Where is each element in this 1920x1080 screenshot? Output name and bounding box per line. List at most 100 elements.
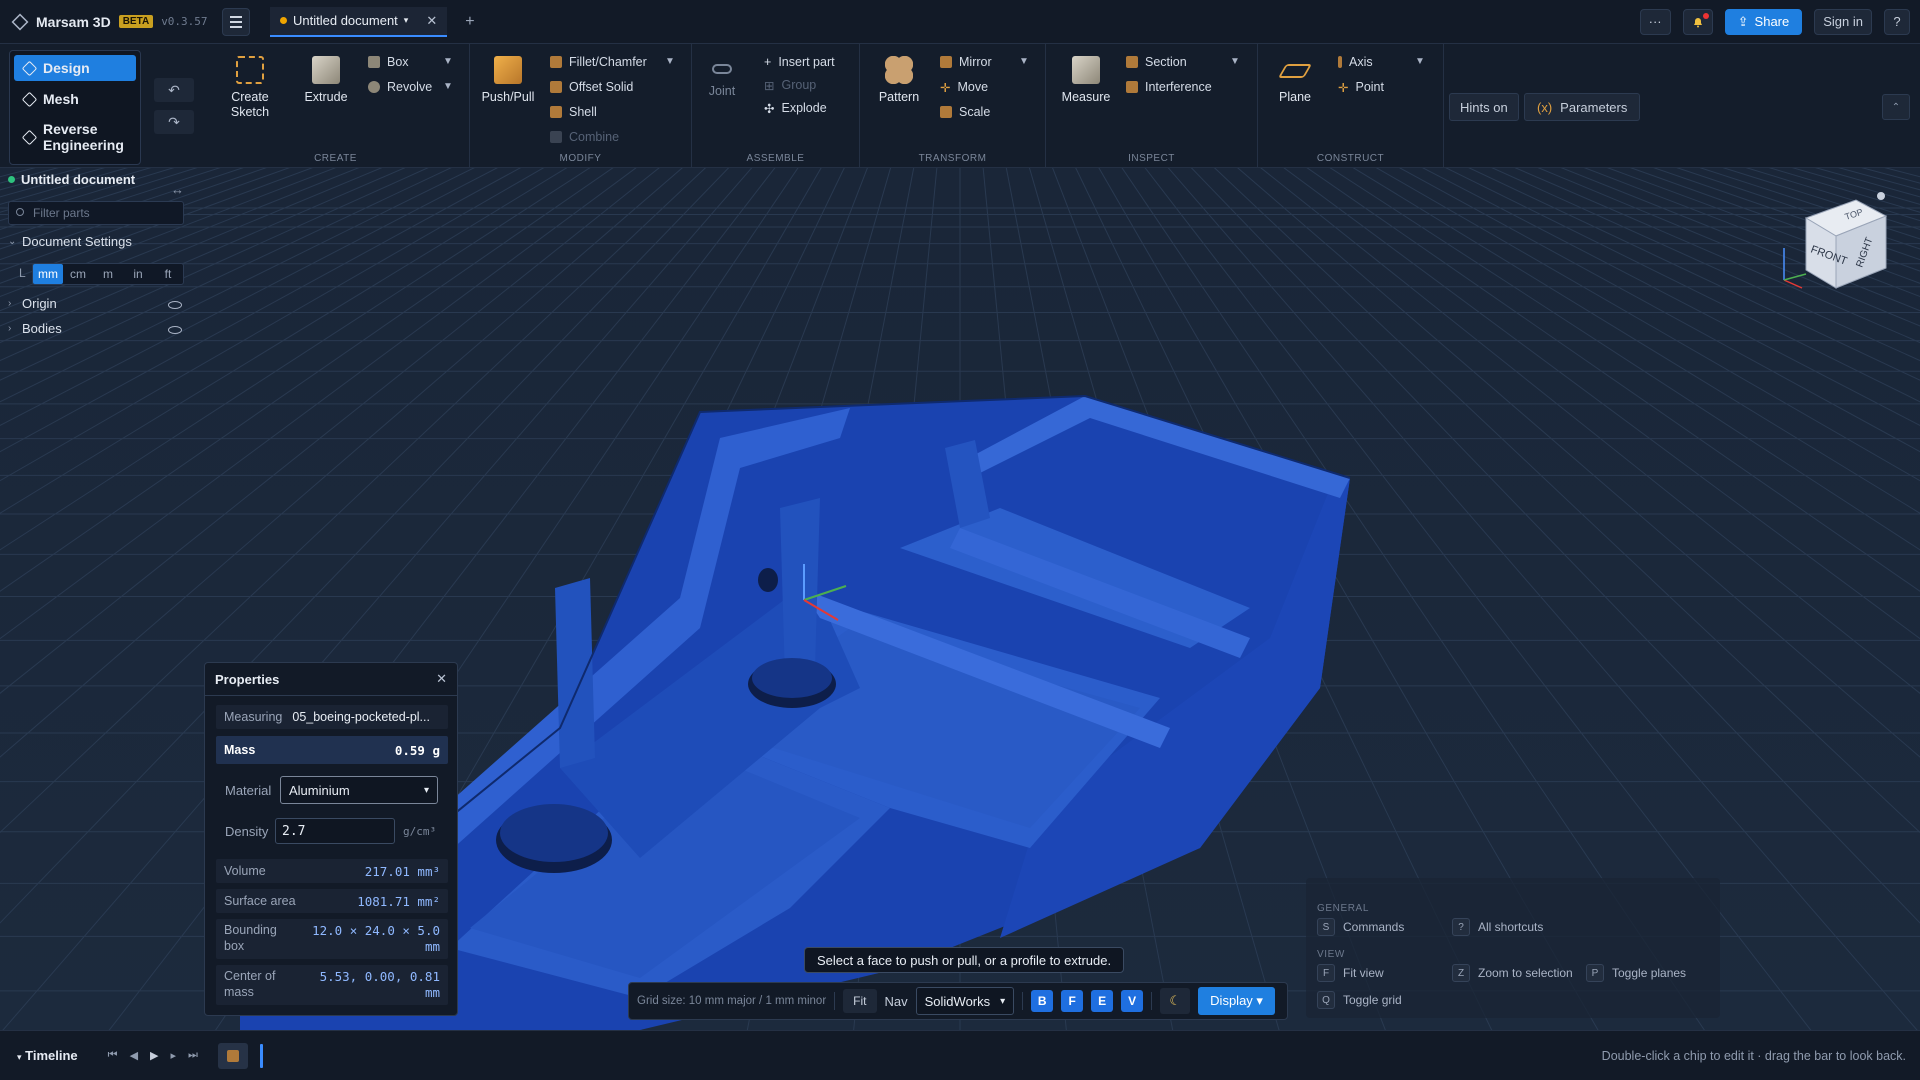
- axis-button[interactable]: Axis: [1338, 52, 1373, 72]
- shortcut-label: Zoom to selection: [1478, 966, 1573, 980]
- tree-item-origin[interactable]: › Origin: [8, 296, 57, 311]
- play-icon[interactable]: ▶: [150, 1049, 158, 1062]
- undo-icon[interactable]: ↶: [154, 78, 194, 102]
- point-button[interactable]: ✛ Point: [1338, 77, 1384, 97]
- parameters-button[interactable]: (x) Parameters: [1524, 93, 1641, 121]
- com-label-line1: Center of: [224, 969, 276, 983]
- axis-dropdown-icon[interactable]: ▼: [1415, 56, 1425, 67]
- step-back-icon[interactable]: ◀: [130, 1049, 138, 1062]
- close-icon[interactable]: ✕: [436, 671, 447, 687]
- dark-mode-moon-icon[interactable]: ☾: [1160, 988, 1191, 1014]
- parameters-label: Parameters: [1560, 99, 1628, 115]
- plane-button[interactable]: Plane: [1265, 56, 1325, 105]
- timeline-feature-chip[interactable]: [217, 1042, 248, 1069]
- skip-to-start-icon[interactable]: ⏮: [108, 1049, 118, 1062]
- redo-icon[interactable]: ↷: [154, 110, 194, 134]
- push-pull-button[interactable]: Push/Pull: [478, 56, 538, 105]
- nav-style-value: SolidWorks: [924, 993, 991, 1009]
- mirror-button[interactable]: Mirror: [940, 52, 992, 72]
- filter-placeholder: Filter parts: [33, 206, 90, 220]
- extrude-button[interactable]: Extrude: [296, 56, 356, 105]
- mirror-dropdown-icon[interactable]: ▼: [1019, 56, 1029, 67]
- mode-mesh[interactable]: Mesh: [14, 86, 136, 112]
- bounding-box-label: Bounding box: [224, 923, 277, 954]
- resize-panel-icon[interactable]: ↔: [171, 182, 184, 197]
- create-sketch-button[interactable]: Create Sketch: [220, 56, 280, 120]
- unit-in[interactable]: in: [123, 264, 153, 284]
- box-dropdown-icon[interactable]: ▼: [443, 56, 453, 67]
- scale-button[interactable]: Scale: [940, 102, 990, 122]
- view-e-button[interactable]: E: [1091, 990, 1114, 1012]
- chevron-down-icon[interactable]: ▾: [404, 15, 409, 26]
- revolve-dropdown-icon[interactable]: ▼: [443, 81, 453, 92]
- more-button[interactable]: ···: [1639, 8, 1671, 35]
- document-settings-label: Document Settings: [22, 234, 132, 249]
- help-button[interactable]: ?: [1884, 8, 1910, 35]
- unit-m[interactable]: m: [93, 264, 123, 284]
- view-cube[interactable]: TOP FRONT RIGHT: [1776, 188, 1896, 298]
- hints-toggle-button[interactable]: Hints on: [1449, 93, 1519, 121]
- unit-cm[interactable]: cm: [63, 264, 93, 284]
- collapse-ribbon-icon[interactable]: ⌃: [1882, 94, 1910, 120]
- section-dropdown-icon[interactable]: ▼: [1230, 56, 1240, 67]
- measuring-label: Measuring: [224, 710, 283, 724]
- joint-button[interactable]: Joint: [692, 56, 752, 99]
- center-of-mass-label: Center of mass: [224, 969, 275, 1000]
- group-label: INSPECT: [1128, 153, 1175, 164]
- timeline-toggle[interactable]: ▾ Timeline: [17, 1048, 78, 1063]
- timeline-marker-handle[interactable]: [259, 1043, 263, 1068]
- interference-button[interactable]: Interference: [1126, 77, 1212, 97]
- mode-label: Design: [43, 60, 90, 76]
- nav-style-select[interactable]: SolidWorks ▾: [915, 987, 1015, 1015]
- pattern-button[interactable]: Pattern: [869, 56, 929, 105]
- document-settings-row[interactable]: ⌄ Document Settings: [8, 234, 132, 249]
- fillet-dropdown-icon[interactable]: ▼: [665, 56, 675, 67]
- fillet-chamfer-button[interactable]: Fillet/Chamfer: [550, 52, 647, 72]
- visibility-eye-icon[interactable]: [168, 301, 182, 309]
- explode-button[interactable]: ✣ Explode: [764, 98, 827, 118]
- group-inspect: Measure Section ▼ Interference INSPECT: [1046, 44, 1258, 168]
- mode-design[interactable]: Design: [14, 55, 136, 81]
- close-tab-icon[interactable]: ✕: [426, 13, 437, 29]
- display-menu-button[interactable]: Display ▾: [1198, 987, 1275, 1015]
- tree-item-label: Bodies: [22, 321, 62, 336]
- notifications-bell-icon[interactable]: [1682, 8, 1713, 35]
- shell-button[interactable]: Shell: [550, 102, 597, 122]
- visibility-eye-icon[interactable]: [168, 326, 182, 334]
- revolve-button[interactable]: Revolve: [368, 77, 432, 97]
- view-b-button[interactable]: B: [1031, 990, 1054, 1012]
- tree-item-bodies[interactable]: › Bodies: [8, 321, 62, 336]
- move-icon: ✛: [940, 80, 951, 95]
- share-button[interactable]: ⇪ Share: [1724, 8, 1803, 35]
- fit-button[interactable]: Fit: [843, 989, 877, 1013]
- group-label: TRANSFORM: [918, 153, 987, 164]
- filter-parts-input[interactable]: Filter parts: [8, 201, 184, 225]
- separator: [834, 992, 836, 1010]
- unit-mm[interactable]: mm: [33, 264, 63, 284]
- view-f-button[interactable]: F: [1061, 990, 1084, 1012]
- tab-untitled-document[interactable]: Untitled document ▾ ✕: [270, 6, 448, 37]
- offset-solid-icon: [550, 81, 562, 93]
- mode-reverse-engineering[interactable]: Reverse Engineering: [14, 117, 136, 157]
- offset-solid-button[interactable]: Offset Solid: [550, 77, 633, 97]
- hamburger-menu-icon[interactable]: [222, 7, 250, 36]
- material-select[interactable]: Aluminium ▾: [280, 776, 438, 804]
- measure-button[interactable]: Measure: [1056, 56, 1116, 105]
- density-input[interactable]: 2.7: [275, 818, 395, 844]
- new-tab-button[interactable]: +: [465, 13, 474, 31]
- group-button[interactable]: ⊞ Group: [764, 75, 816, 95]
- pattern-label: Pattern: [878, 90, 920, 104]
- unit-ft[interactable]: ft: [153, 264, 183, 284]
- combine-button[interactable]: Combine: [550, 127, 619, 147]
- section-button[interactable]: Section: [1126, 52, 1187, 72]
- move-button[interactable]: ✛ Move: [940, 77, 988, 97]
- sign-in-button[interactable]: Sign in: [1814, 8, 1872, 35]
- box-button[interactable]: Box: [368, 52, 409, 72]
- units-switcher[interactable]: mm cm m in ft: [32, 263, 184, 285]
- insert-part-button[interactable]: + Insert part: [764, 52, 835, 72]
- skip-to-end-icon[interactable]: ⏭: [188, 1049, 198, 1062]
- shortcut-label: Fit view: [1343, 966, 1384, 980]
- app-name: Marsam 3D: [36, 13, 111, 30]
- view-v-button[interactable]: V: [1121, 990, 1144, 1012]
- step-forward-icon[interactable]: ▸: [171, 1049, 177, 1062]
